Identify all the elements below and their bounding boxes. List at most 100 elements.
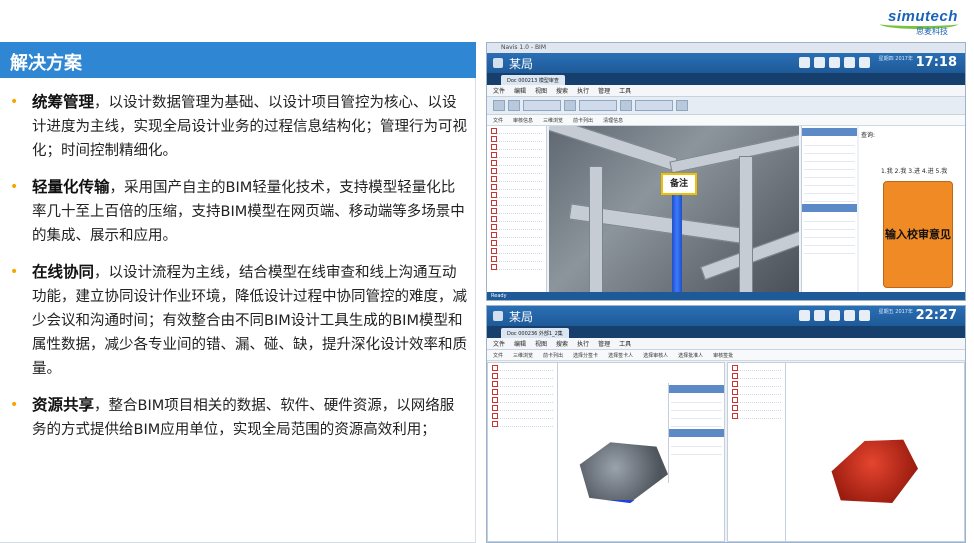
speaker-icon[interactable] [799,310,810,321]
tree-node[interactable] [732,412,781,419]
tab-clean-info[interactable]: 清理信息 [603,117,623,124]
menu-item-search[interactable]: 搜索 [556,339,568,348]
model-tree[interactable] [487,126,547,292]
toolbar-button[interactable] [508,100,520,111]
logo-subtitle: 思麦科技 [916,27,948,36]
lock-icon[interactable] [829,57,840,68]
tab-card-list[interactable]: 前卡列出 [573,117,593,124]
menu-item-manage[interactable]: 管理 [598,339,610,348]
tree-node[interactable] [732,396,781,403]
tab-3d-view[interactable]: 三维浏览 [543,117,563,124]
3d-viewport[interactable]: 备注 [549,126,799,292]
model-pipe [672,186,682,292]
model-tree-right[interactable] [728,363,786,541]
tree-node[interactable] [491,215,542,222]
model-viewport-left[interactable] [487,362,725,542]
home-icon[interactable] [844,57,855,68]
exit-icon[interactable] [859,310,870,321]
tree-node[interactable] [491,255,542,262]
property-row [804,154,855,162]
toolbar-button[interactable] [620,100,632,111]
screenshot-model-review: Navis 1.0 - BIM 某局 星期四 2017年 17:18 Doc 0… [486,42,966,301]
menu-item-view[interactable]: 视图 [535,339,547,348]
menu-item-edit[interactable]: 编辑 [514,86,526,95]
tree-node[interactable] [732,404,781,411]
toolbar [487,97,965,115]
lock-icon[interactable] [829,310,840,321]
tree-node[interactable] [491,143,542,150]
document-tab[interactable]: Doc 000213 模型审查 [501,75,565,85]
tree-node[interactable] [491,175,542,182]
menu-item-search[interactable]: 搜索 [556,86,568,95]
tree-node[interactable] [492,396,553,403]
menu-item-view[interactable]: 视图 [535,86,547,95]
tab-card-list[interactable]: 前卡列出 [543,352,563,359]
tree-node[interactable] [491,247,542,254]
tree-node[interactable] [732,364,781,371]
tree-node[interactable] [492,388,553,395]
annotation-note[interactable]: 备注 [661,173,697,195]
model-viewport-right[interactable] [727,362,965,542]
menu-item-run[interactable]: 执行 [577,86,589,95]
menu-item-file[interactable]: 文件 [493,339,505,348]
tab-select-approver[interactable]: 选择批准人 [678,352,703,359]
user-icon[interactable] [814,57,825,68]
tree-node[interactable] [491,135,542,142]
toolbar-button[interactable] [635,100,673,111]
tree-node[interactable] [732,372,781,379]
menu-item-manage[interactable]: 管理 [598,86,610,95]
tree-node[interactable] [492,364,553,371]
app-logo-icon [493,58,503,68]
property-row [804,170,855,178]
tree-node[interactable] [491,231,542,238]
list-item: • 在线协同，以设计流程为主线，结合模型在线审查和线上沟通互动功能，建立协同设计… [6,260,468,381]
property-header [669,429,724,437]
tab-file[interactable]: 文件 [493,117,503,124]
tree-node[interactable] [491,167,542,174]
tree-node[interactable] [491,239,542,246]
tab-select-card[interactable]: 选择分签卡 [573,352,598,359]
tree-node[interactable] [492,372,553,379]
toolbar-button[interactable] [564,100,576,111]
tab-select-signer[interactable]: 选择签卡人 [608,352,633,359]
menu-item-tools[interactable]: 工具 [619,339,631,348]
toolbar-button[interactable] [676,100,688,111]
tab-review-info[interactable]: 审核信息 [513,117,533,124]
tree-node[interactable] [491,223,542,230]
tree-node[interactable] [492,380,553,387]
tab-review-sign[interactable]: 审核签批 [713,352,733,359]
tree-node[interactable] [491,263,542,270]
menu-item-run[interactable]: 执行 [577,339,589,348]
document-tab[interactable]: Doc 000236 外部1_2集 [501,328,569,338]
home-icon[interactable] [844,310,855,321]
tree-node[interactable] [491,199,542,206]
menu-item-edit[interactable]: 编辑 [514,339,526,348]
tree-node[interactable] [491,207,542,214]
tree-node[interactable] [491,127,542,134]
tab-3d-view[interactable]: 三维浏览 [513,352,533,359]
tree-node[interactable] [491,151,542,158]
tree-node[interactable] [492,404,553,411]
window-title: Navis 1.0 - BIM [487,43,965,53]
status-bar: Ready [487,292,965,300]
exit-icon[interactable] [859,57,870,68]
toolbar-button[interactable] [493,100,505,111]
model-tree-left[interactable] [488,363,558,541]
tree-node[interactable] [491,183,542,190]
tree-node[interactable] [492,420,553,427]
app-date: 星期五 2017年 [878,309,913,315]
menu-item-file[interactable]: 文件 [493,86,505,95]
tree-node[interactable] [491,159,542,166]
enter-review-comment-button[interactable]: 输入校审意见 [883,181,953,288]
tree-node[interactable] [732,388,781,395]
toolbar-button[interactable] [523,100,561,111]
tree-node[interactable] [732,380,781,387]
toolbar-button[interactable] [579,100,617,111]
user-icon[interactable] [814,310,825,321]
menu-item-tools[interactable]: 工具 [619,86,631,95]
tab-select-reviewer[interactable]: 选择审核人 [643,352,668,359]
tree-node[interactable] [491,191,542,198]
speaker-icon[interactable] [799,57,810,68]
tab-file[interactable]: 文件 [493,352,503,359]
tree-node[interactable] [492,412,553,419]
